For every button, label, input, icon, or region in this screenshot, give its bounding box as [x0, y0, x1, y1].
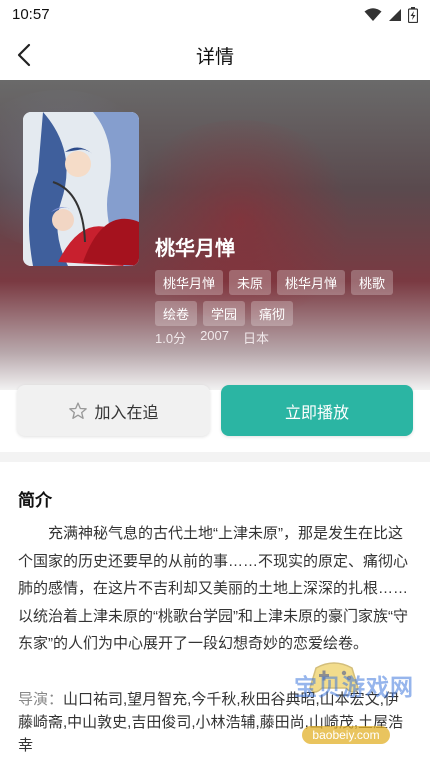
wifi-icon — [364, 8, 382, 21]
show-meta: 1.0分 2007 日本 — [155, 328, 269, 347]
nav-header: 详情 — [0, 30, 430, 80]
status-bar: 10:57 — [0, 0, 430, 30]
watermark-text: 宝贝游戏网 — [294, 674, 414, 700]
signal-icon — [389, 9, 401, 21]
follow-button[interactable]: 加入在追 — [17, 385, 210, 436]
show-year: 2007 — [200, 328, 229, 343]
watermark-logo: 宝贝游戏网 baobeiy.com — [286, 652, 430, 764]
intro-title: 简介 — [18, 491, 52, 510]
page-title: 详情 — [195, 47, 234, 68]
tag-list: 桃华月惮 未原 桃华月惮 桃歌 绘卷 学园 痛彻 — [155, 270, 405, 326]
tag-chip[interactable]: 桃歌 — [351, 270, 394, 295]
play-button-label: 立即播放 — [284, 404, 349, 422]
poster-artwork — [23, 112, 139, 266]
cast-label: 导演： — [18, 691, 64, 708]
play-button[interactable]: 立即播放 — [221, 385, 413, 436]
tag-chip[interactable]: 痛彻 — [251, 301, 294, 326]
poster-image[interactable] — [23, 112, 139, 266]
follow-button-label: 加入在追 — [94, 404, 159, 422]
watermark-url: baobeiy.com — [302, 726, 390, 744]
battery-icon — [408, 7, 418, 23]
tag-chip[interactable]: 绘卷 — [155, 301, 198, 326]
system-icons — [364, 7, 418, 23]
show-region: 日本 — [243, 331, 270, 346]
tag-chip[interactable]: 桃华月惮 — [155, 270, 224, 295]
tag-chip[interactable]: 学园 — [203, 301, 246, 326]
status-time: 10:57 — [12, 6, 50, 23]
tag-chip[interactable]: 未原 — [229, 270, 272, 295]
show-title: 桃华月惮 — [155, 238, 235, 260]
tag-chip[interactable]: 桃华月惮 — [277, 270, 346, 295]
show-score: 1.0分 — [155, 331, 187, 346]
star-icon — [69, 401, 88, 419]
synopsis-text: 充满神秘气息的古代土地“上津未原”，那是发生在比这个国家的历史还要早的从前的事…… — [18, 525, 409, 652]
section-divider — [0, 452, 430, 462]
